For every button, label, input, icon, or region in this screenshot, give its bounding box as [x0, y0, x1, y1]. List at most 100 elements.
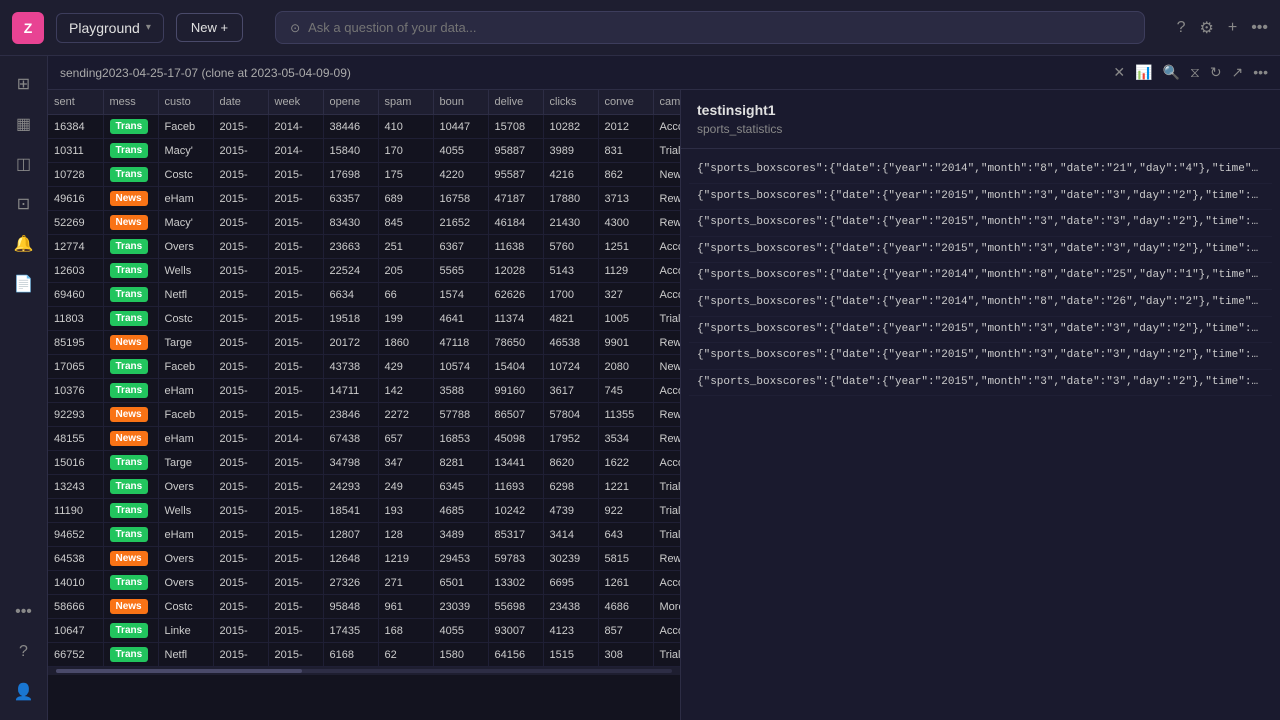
help-circle-icon[interactable]: ?: [1177, 19, 1186, 37]
cell-id: 12774: [48, 235, 103, 259]
table-row[interactable]: 11190 Trans Wells 2015- 2015- 18541 193 …: [48, 499, 680, 523]
playground-selector[interactable]: Playground ▾: [56, 13, 164, 43]
cell-deliver: 45098: [488, 427, 543, 451]
cell-date2: 2015-: [268, 283, 323, 307]
table-row[interactable]: 13243 Trans Overs 2015- 2015- 24293 249 …: [48, 475, 680, 499]
cell-open: 23846: [323, 403, 378, 427]
table-row[interactable]: 15016 Trans Targe 2015- 2015- 34798 347 …: [48, 451, 680, 475]
cell-custo: Netfl: [158, 283, 213, 307]
table-row[interactable]: 10728 Trans Costc 2015- 2015- 17698 175 …: [48, 163, 680, 187]
table-row[interactable]: 48155 News eHam 2015- 2014- 67438 657 16…: [48, 427, 680, 451]
table-row[interactable]: 52269 News Macy' 2015- 2015- 83430 845 2…: [48, 211, 680, 235]
table-row[interactable]: 92293 News Faceb 2015- 2015- 23846 2272 …: [48, 403, 680, 427]
search-bar[interactable]: ⊙: [275, 11, 1145, 44]
more-options-icon[interactable]: •••: [1251, 19, 1268, 37]
cell-badge: Trans: [103, 235, 158, 259]
cell-id: 11190: [48, 499, 103, 523]
table-row[interactable]: 10311 Trans Macy' 2015- 2014- 15840 170 …: [48, 139, 680, 163]
cell-id: 48155: [48, 427, 103, 451]
cell-clicks: 4821: [543, 307, 598, 331]
sidebar-item-alerts[interactable]: 🔔: [6, 226, 42, 262]
filter-icon[interactable]: ⧖: [1190, 64, 1200, 81]
sidebar-item-user[interactable]: 👤: [6, 674, 42, 710]
cell-badge: News: [103, 187, 158, 211]
col-clicks: clicks: [543, 90, 598, 115]
refresh-icon[interactable]: ↻: [1210, 64, 1222, 81]
cell-bounce: 16853: [433, 427, 488, 451]
table-row[interactable]: 58666 News Costc 2015- 2015- 95848 961 2…: [48, 595, 680, 619]
close-icon[interactable]: ✕: [1113, 64, 1125, 81]
sidebar-item-home[interactable]: ⊞: [6, 66, 42, 102]
chart-icon[interactable]: 📊: [1135, 64, 1152, 81]
table-row[interactable]: 10647 Trans Linke 2015- 2015- 17435 168 …: [48, 619, 680, 643]
cell-date2: 2014-: [268, 139, 323, 163]
add-icon[interactable]: +: [1228, 19, 1237, 37]
sidebar-item-more[interactable]: •••: [6, 594, 42, 630]
cell-date2: 2015-: [268, 595, 323, 619]
cell-open: 20172: [323, 331, 378, 355]
cell-badge: News: [103, 595, 158, 619]
cell-spam: 193: [378, 499, 433, 523]
cell-date2: 2014-: [268, 115, 323, 139]
col-sent: sent: [48, 90, 103, 115]
cell-id: 58666: [48, 595, 103, 619]
cell-open: 17435: [323, 619, 378, 643]
sidebar-item-dashboard[interactable]: ▦: [6, 106, 42, 142]
search-input[interactable]: [308, 20, 1129, 35]
table-row[interactable]: 17065 Trans Faceb 2015- 2015- 43738 429 …: [48, 355, 680, 379]
cell-open: 12648: [323, 547, 378, 571]
sidebar-item-reports[interactable]: 📄: [6, 266, 42, 302]
table-row[interactable]: 16384 Trans Faceb 2015- 2014- 38446 410 …: [48, 115, 680, 139]
col-conve: conve: [598, 90, 653, 115]
cell-open: 6168: [323, 643, 378, 667]
cell-conv: 1622: [598, 451, 653, 475]
toolbar-icons: ✕ 📊 🔍 ⧖ ↻ ↗ •••: [1113, 64, 1268, 81]
cell-deliver: 11638: [488, 235, 543, 259]
share-icon[interactable]: ↗: [1232, 64, 1244, 81]
cell-date: 2015-: [213, 139, 268, 163]
table-row[interactable]: 14010 Trans Overs 2015- 2015- 27326 271 …: [48, 571, 680, 595]
table-row[interactable]: 69460 Trans Netfl 2015- 2015- 6634 66 15…: [48, 283, 680, 307]
table-row[interactable]: 49616 News eHam 2015- 2015- 63357 689 16…: [48, 187, 680, 211]
cell-custo: Netfl: [158, 643, 213, 667]
cell-open: 63357: [323, 187, 378, 211]
sidebar-item-queries[interactable]: ⊡: [6, 186, 42, 222]
cell-deliver: 46184: [488, 211, 543, 235]
cell-custo: Faceb: [158, 355, 213, 379]
cell-bounce: 1574: [433, 283, 488, 307]
cell-deliver: 86507: [488, 403, 543, 427]
cell-bounce: 6345: [433, 475, 488, 499]
sidebar-item-widgets[interactable]: ◫: [6, 146, 42, 182]
search-icon[interactable]: 🔍: [1163, 64, 1180, 81]
table-row[interactable]: 66752 Trans Netfl 2015- 2015- 6168 62 15…: [48, 643, 680, 667]
more-icon[interactable]: •••: [1253, 64, 1268, 81]
cell-conv: 4686: [598, 595, 653, 619]
bottom-scrollbar[interactable]: [48, 667, 680, 675]
table-row[interactable]: 10376 Trans eHam 2015- 2015- 14711 142 3…: [48, 379, 680, 403]
cell-bounce: 4685: [433, 499, 488, 523]
table-row[interactable]: 11803 Trans Costc 2015- 2015- 19518 199 …: [48, 307, 680, 331]
table-row[interactable]: 94652 Trans eHam 2015- 2015- 12807 128 3…: [48, 523, 680, 547]
data-table-container[interactable]: sent mess custo date week opene spam bou…: [48, 90, 680, 720]
table-row[interactable]: 64538 News Overs 2015- 2015- 12648 1219 …: [48, 547, 680, 571]
new-button[interactable]: New +: [176, 13, 243, 42]
right-panel-content[interactable]: {"sports_boxscores":{"date":{"year":"201…: [681, 149, 1280, 720]
playground-label: Playground: [69, 20, 140, 36]
table-row[interactable]: 12603 Trans Wells 2015- 2015- 22524 205 …: [48, 259, 680, 283]
cell-custo: eHam: [158, 523, 213, 547]
cell-clicks: 6298: [543, 475, 598, 499]
main-area: sending2023-04-25-17-07 (clone at 2023-0…: [48, 56, 1280, 720]
table-row[interactable]: 12774 Trans Overs 2015- 2015- 23663 251 …: [48, 235, 680, 259]
cell-camp: News: [653, 355, 680, 379]
json-row: {"sports_boxscores":{"date":{"year":"201…: [689, 290, 1272, 317]
col-custo: custo: [158, 90, 213, 115]
cell-spam: 168: [378, 619, 433, 643]
settings-icon[interactable]: ⚙: [1200, 18, 1214, 38]
col-spam: spam: [378, 90, 433, 115]
cell-deliver: 15708: [488, 115, 543, 139]
cell-camp: Accou: [653, 451, 680, 475]
cell-camp: Trial: [653, 307, 680, 331]
table-row[interactable]: 85195 News Targe 2015- 2015- 20172 1860 …: [48, 331, 680, 355]
sidebar-item-help[interactable]: ?: [6, 634, 42, 670]
table-header: sent mess custo date week opene spam bou…: [48, 90, 680, 115]
